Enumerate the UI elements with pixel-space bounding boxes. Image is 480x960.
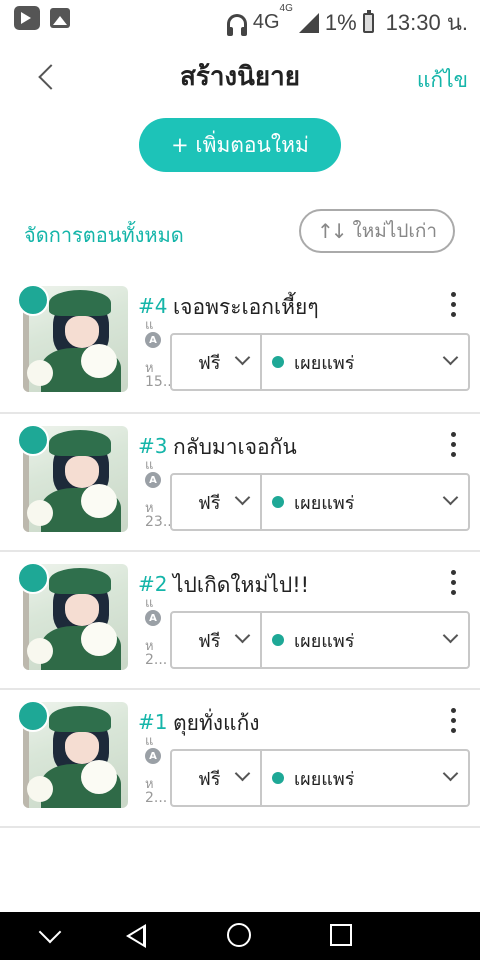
author-icon: A: [145, 332, 161, 348]
network-type: 4G4G: [252, 3, 293, 33]
more-options-icon[interactable]: [446, 432, 460, 462]
publish-status-select[interactable]: เผยแพร่: [262, 335, 468, 389]
battery-percent: 1%: [324, 9, 357, 35]
status-bar: 4G4G 1% 13:30 น.: [0, 0, 480, 38]
chevron-down-icon: [442, 627, 459, 644]
gallery-notification-icon: [50, 8, 70, 28]
author-icon: A: [145, 472, 161, 488]
more-options-icon[interactable]: [446, 292, 460, 322]
chevron-down-icon: [442, 489, 459, 506]
chapter-select-dot[interactable]: [17, 424, 49, 456]
price-select[interactable]: ฟรี: [172, 751, 262, 805]
video-app-icon: [14, 6, 40, 30]
chapter-list: #4 เจอพระเอกเหี้ยๆ แ A ห 15... ฟรี เผยแพ…: [0, 274, 480, 828]
chapter-date: 2...: [145, 652, 168, 668]
chapter-title: กลับมาเจอกัน: [173, 435, 297, 459]
price-select[interactable]: ฟรี: [172, 613, 262, 667]
chevron-down-icon: [234, 349, 251, 366]
more-options-icon[interactable]: [446, 708, 460, 738]
chapter-row[interactable]: #4 เจอพระเอกเหี้ยๆ แ A ห 15... ฟรี เผยแพ…: [0, 274, 480, 414]
sort-order-button[interactable]: ↑↓ ใหม่ไปเก่า: [299, 209, 455, 253]
nav-back-icon[interactable]: [126, 924, 146, 948]
nav-home-icon[interactable]: [227, 923, 251, 947]
author-icon: A: [145, 748, 161, 764]
status-dot: [272, 496, 284, 508]
chapter-select-dot[interactable]: [17, 284, 49, 316]
chapter-settings: ฟรี เผยแพร่: [170, 611, 470, 669]
manage-all-chapters-link[interactable]: จัดการตอนทั้งหมด: [24, 219, 184, 251]
publish-status-select[interactable]: เผยแพร่: [262, 475, 468, 529]
chapter-select-dot[interactable]: [17, 700, 49, 732]
nav-recents-icon[interactable]: [330, 924, 352, 946]
add-chapter-button[interactable]: + เพิ่มตอนใหม่: [139, 118, 341, 172]
chapter-date: 2...: [145, 790, 168, 806]
chapter-settings: ฟรี เผยแพร่: [170, 749, 470, 807]
signal-icon: [298, 12, 319, 33]
page-title: สร้างนิยาย: [180, 62, 300, 92]
chapter-title: ตุยทั่งแก้ง: [173, 711, 260, 735]
chapter-row[interactable]: #1 ตุยทั่งแก้ง แ A ห 2... ฟรี เผยแพร่: [0, 690, 480, 828]
chevron-down-icon: [442, 349, 459, 366]
chapter-row[interactable]: #3 กลับมาเจอกัน แ A ห 23... ฟรี เผยแพร่: [0, 414, 480, 552]
status-dot: [272, 356, 284, 368]
clock: 13:30 น.: [385, 10, 468, 35]
chapter-settings: ฟรี เผยแพร่: [170, 473, 470, 531]
sort-arrows-icon: ↑↓: [316, 219, 347, 243]
sort-label: ใหม่ไปเก่า: [352, 220, 438, 242]
headphones-icon: [226, 13, 247, 36]
chapter-row[interactable]: #2 ไปเกิดใหม่ไป!! แ A ห 2... ฟรี เผยแพร่: [0, 552, 480, 690]
battery-icon: [362, 9, 374, 33]
price-select[interactable]: ฟรี: [172, 475, 262, 529]
publish-status-select[interactable]: เผยแพร่: [262, 751, 468, 805]
hide-keyboard-icon[interactable]: [38, 920, 62, 944]
chevron-down-icon: [234, 765, 251, 782]
edit-button[interactable]: แก้ไข: [417, 64, 468, 97]
chapter-settings: ฟรี เผยแพร่: [170, 333, 470, 391]
price-select[interactable]: ฟรี: [172, 335, 262, 389]
app-header: สร้างนิยาย แก้ไข: [0, 38, 480, 118]
author-icon: A: [145, 610, 161, 626]
status-dot: [272, 772, 284, 784]
publish-status-select[interactable]: เผยแพร่: [262, 613, 468, 667]
chevron-down-icon: [234, 489, 251, 506]
more-options-icon[interactable]: [446, 570, 460, 600]
chapter-select-dot[interactable]: [17, 562, 49, 594]
system-nav-bar: [0, 912, 480, 960]
chapter-title: ไปเกิดใหม่ไป!!: [173, 573, 310, 597]
chevron-down-icon: [442, 765, 459, 782]
chevron-down-icon: [234, 627, 251, 644]
chapter-title: เจอพระเอกเหี้ยๆ: [173, 295, 319, 319]
status-dot: [272, 634, 284, 646]
